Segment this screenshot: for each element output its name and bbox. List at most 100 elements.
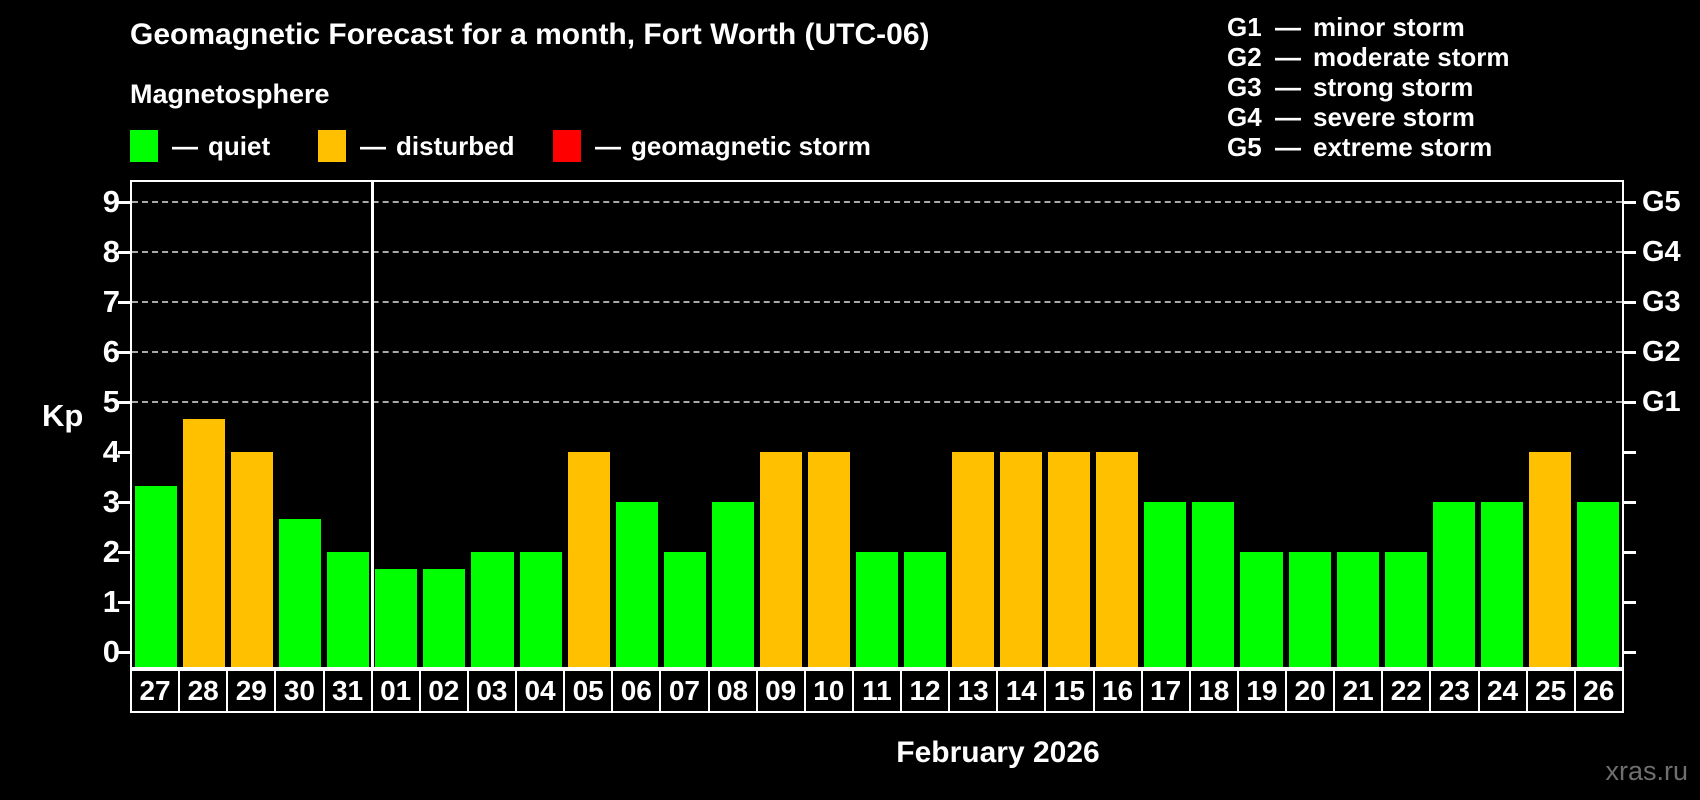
- day-label-cell-28: 28: [178, 669, 229, 713]
- g5-label: extreme storm: [1313, 131, 1493, 162]
- y-axis-tick-left-9: [118, 200, 130, 204]
- gridline-kp7: [132, 301, 1622, 303]
- legend-label-disturbed: disturbed: [396, 130, 515, 161]
- storm-scale-line-g3: G3 — strong storm: [1227, 71, 1474, 102]
- plot-area: [130, 180, 1624, 669]
- y-axis-tick-right-8: [1624, 250, 1636, 254]
- g2-code: G2: [1227, 41, 1262, 72]
- kp-bar-day-03: [471, 552, 514, 667]
- x-axis-title: February 2026: [896, 736, 1100, 769]
- disturbed-color-swatch: [318, 130, 346, 162]
- day-label-cell-29: 29: [226, 669, 277, 713]
- kp-bar-day-24: [1480, 502, 1523, 667]
- day-label-cell-20: 20: [1285, 669, 1336, 713]
- storm-scale-line-g4: G4 — severe storm: [1227, 101, 1475, 132]
- kp-bar-day-20: [1288, 552, 1331, 667]
- legend-item-quiet: — quiet: [130, 130, 270, 162]
- day-label-cell-04: 04: [515, 669, 566, 713]
- storm-scale-line-g5: G5 — extreme storm: [1227, 131, 1493, 162]
- g4-code: G4: [1227, 101, 1262, 132]
- g4-label: severe storm: [1313, 101, 1475, 132]
- day-label-cell-12: 12: [900, 669, 951, 713]
- y-axis-label-0: 0: [102, 634, 120, 669]
- y-axis-label-9: 9: [102, 184, 120, 219]
- day-label-cell-22: 22: [1381, 669, 1432, 713]
- day-label-cell-25: 25: [1525, 669, 1576, 713]
- kp-bar-day-06: [615, 502, 658, 667]
- day-label-cell-06: 06: [611, 669, 662, 713]
- kp-bar-day-14: [1000, 452, 1043, 667]
- g-level-label-g5: G5: [1642, 186, 1681, 218]
- g2-label: moderate storm: [1313, 41, 1510, 72]
- day-label-cell-08: 08: [707, 669, 758, 713]
- y-axis-tick-right-7: [1624, 300, 1636, 304]
- day-label-cell-31: 31: [322, 669, 373, 713]
- y-axis-label-2: 2: [102, 534, 120, 569]
- kp-bar-day-09: [759, 452, 802, 667]
- gridline-kp8: [132, 251, 1622, 253]
- day-label-cell-30: 30: [274, 669, 325, 713]
- gridline-kp6: [132, 351, 1622, 353]
- y-axis-label-8: 8: [102, 234, 120, 269]
- g1-label: minor storm: [1313, 11, 1465, 42]
- day-label-cell-27: 27: [130, 669, 181, 713]
- day-label-cell-11: 11: [851, 669, 902, 713]
- day-label-cell-02: 02: [418, 669, 469, 713]
- y-axis-tick-right-4: [1624, 450, 1636, 454]
- g-level-label-g2: G2: [1642, 336, 1681, 368]
- legend-label-quiet: quiet: [208, 130, 271, 161]
- g5-code: G5: [1227, 131, 1262, 162]
- kp-bar-day-22: [1384, 552, 1427, 667]
- watermark: xras.ru: [1605, 756, 1688, 786]
- kp-bar-day-19: [1240, 552, 1283, 667]
- kp-bar-day-15: [1048, 452, 1091, 667]
- y-axis-label-4: 4: [102, 434, 120, 469]
- kp-bar-day-12: [904, 552, 947, 667]
- y-axis-tick-right-2: [1624, 550, 1636, 554]
- y-axis-label-5: 5: [102, 384, 120, 419]
- day-label-cell-03: 03: [466, 669, 517, 713]
- storm-scale-line-g1: G1 — minor storm: [1227, 11, 1465, 42]
- y-axis-tick-right-9: [1624, 200, 1636, 204]
- day-label-cell-18: 18: [1188, 669, 1239, 713]
- kp-bar-day-30: [279, 518, 322, 667]
- kp-bar-day-01: [375, 568, 418, 667]
- chart-subtitle: Magnetosphere: [130, 79, 330, 109]
- day-label-cell-23: 23: [1429, 669, 1480, 713]
- day-label-cell-16: 16: [1092, 669, 1143, 713]
- kp-bar-day-07: [663, 552, 706, 667]
- y-axis-label-1: 1: [102, 584, 120, 619]
- day-label-cell-09: 09: [755, 669, 806, 713]
- legend-dash: —: [360, 130, 386, 161]
- y-axis-tick-left-8: [118, 250, 130, 254]
- kp-bar-day-21: [1336, 552, 1379, 667]
- y-axis-tick-left-4: [118, 450, 130, 454]
- y-axis-tick-left-7: [118, 300, 130, 304]
- kp-bar-day-31: [327, 552, 370, 667]
- day-label-cell-19: 19: [1236, 669, 1287, 713]
- day-label-cell-14: 14: [996, 669, 1047, 713]
- y-axis-tick-left-5: [118, 400, 130, 404]
- storm-color-swatch: [553, 130, 581, 162]
- chart-title: Geomagnetic Forecast for a month, Fort W…: [130, 18, 930, 51]
- day-label-cell-15: 15: [1044, 669, 1095, 713]
- g1-code: G1: [1227, 11, 1262, 42]
- day-label-cell-24: 24: [1477, 669, 1528, 713]
- kp-bar-day-16: [1096, 452, 1139, 667]
- legend-dash: —: [172, 130, 198, 161]
- legend-label-storm: geomagnetic storm: [631, 130, 871, 161]
- legend-dash: —: [595, 130, 621, 161]
- kp-bar-day-10: [807, 452, 850, 667]
- y-axis-tick-right-3: [1624, 500, 1636, 504]
- g3-label: strong storm: [1313, 71, 1474, 102]
- day-label-cell-17: 17: [1140, 669, 1191, 713]
- quiet-color-swatch: [130, 130, 158, 162]
- day-label-cell-21: 21: [1333, 669, 1384, 713]
- day-label-cell-13: 13: [948, 669, 999, 713]
- y-axis-tick-left-0: [118, 650, 130, 654]
- kp-bar-day-28: [183, 418, 226, 667]
- month-separator-line: [370, 182, 374, 667]
- gridline-kp9: [132, 201, 1622, 203]
- legend-item-storm: — geomagnetic storm: [553, 130, 871, 162]
- storm-scale-line-g2: G2 — moderate storm: [1227, 41, 1510, 72]
